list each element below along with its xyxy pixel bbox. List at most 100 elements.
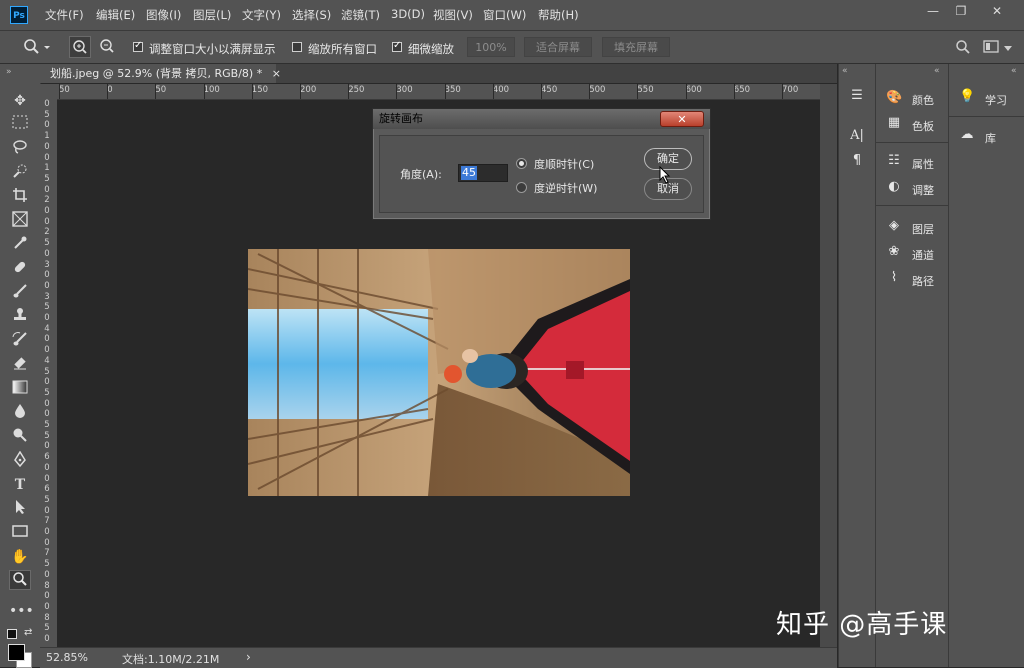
marquee-tool-icon[interactable] — [9, 115, 31, 135]
menu-file[interactable]: 文件(F) — [45, 7, 84, 23]
gradient-tool-icon[interactable] — [9, 379, 31, 399]
dialog-close-button[interactable]: ✕ — [660, 111, 704, 127]
fill-screen-button[interactable]: 填充屏幕 — [602, 37, 670, 57]
more-tools-icon[interactable]: ••• — [9, 601, 34, 621]
swatches-panel-icon[interactable]: ▦ — [886, 115, 902, 131]
swap-colors-icon[interactable]: ⇄ — [24, 627, 32, 638]
clockwise-radio[interactable] — [516, 158, 527, 169]
layers-panel-icon[interactable]: ◈ — [886, 218, 902, 234]
quick-select-tool-icon[interactable] — [9, 163, 31, 183]
zoom-out-icon[interactable] — [97, 36, 119, 58]
menu-filter[interactable]: 滤镜(T) — [341, 7, 380, 23]
character-styles-icon[interactable]: ☰ — [849, 88, 865, 104]
menu-type[interactable]: 文字(Y) — [242, 7, 281, 23]
lasso-tool-icon[interactable] — [9, 139, 31, 159]
resize-windows-checkbox[interactable] — [133, 40, 143, 52]
panel-layers[interactable]: 图层 — [912, 221, 934, 237]
dodge-tool-icon[interactable] — [9, 427, 31, 447]
learn-panel-icon[interactable]: 💡 — [959, 89, 975, 105]
menu-image[interactable]: 图像(I) — [146, 7, 181, 23]
channels-panel-icon[interactable]: ❀ — [886, 244, 902, 260]
ruler-tick-label: 0 — [44, 409, 50, 420]
workspace-icon[interactable] — [983, 39, 1001, 55]
crop-tool-icon[interactable] — [9, 187, 31, 207]
move-tool-icon[interactable]: ✥ — [9, 91, 31, 111]
brush-tool-icon[interactable] — [9, 283, 31, 303]
restore-button[interactable]: ❐ — [949, 3, 973, 19]
status-menu-arrow[interactable]: › — [246, 650, 251, 664]
counterclockwise-label[interactable]: 度逆时针(W) — [534, 180, 597, 196]
menu-help[interactable]: 帮助(H) — [538, 7, 579, 23]
workspace-dropdown-icon[interactable] — [1003, 43, 1013, 53]
close-window-button[interactable]: ✕ — [985, 3, 1009, 19]
healing-brush-tool-icon[interactable] — [9, 259, 31, 279]
search-icon[interactable] — [955, 39, 971, 55]
ruler-tick-label: 0 — [44, 99, 50, 109]
eyedropper-tool-icon[interactable] — [9, 235, 31, 255]
scrubby-zoom-checkbox[interactable] — [392, 40, 402, 52]
collapse-tools-icon[interactable]: » — [6, 67, 12, 77]
document-tab[interactable]: 划船.jpeg @ 52.9% (背景 拷贝, RGB/8) * × — [40, 64, 281, 83]
character-icon[interactable]: A| — [849, 128, 865, 144]
paragraph-icon[interactable]: ¶ — [849, 153, 865, 169]
minimize-button[interactable]: — — [921, 3, 945, 19]
default-colors-icon[interactable] — [7, 629, 17, 639]
zoom-tool-preset-icon[interactable] — [22, 37, 54, 57]
properties-panel-icon[interactable]: ☷ — [886, 153, 902, 169]
panel-adjustments[interactable]: 调整 — [912, 182, 934, 198]
hand-tool-icon[interactable]: ✋ — [9, 547, 31, 567]
panel-color[interactable]: 颜色 — [912, 92, 934, 108]
clone-stamp-tool-icon[interactable] — [9, 307, 31, 327]
ruler-tick-label: 0 — [44, 248, 50, 259]
menu-edit[interactable]: 编辑(E) — [96, 7, 135, 23]
menu-select[interactable]: 选择(S) — [292, 7, 331, 23]
panel-properties[interactable]: 属性 — [912, 156, 934, 172]
ruler-tick-label: 0 — [44, 152, 50, 163]
pen-tool-icon[interactable] — [9, 450, 31, 471]
zoom-level[interactable]: 52.85% — [46, 651, 88, 664]
panel-libraries[interactable]: 库 — [985, 130, 996, 146]
eraser-tool-icon[interactable] — [9, 355, 31, 375]
path-selection-tool-icon[interactable] — [9, 499, 31, 519]
panel-swatches[interactable]: 色板 — [912, 118, 934, 134]
paths-panel-icon[interactable]: ⌇ — [886, 270, 902, 286]
color-panel-icon[interactable]: 🎨 — [886, 90, 902, 106]
history-brush-tool-icon[interactable] — [9, 331, 31, 351]
vertical-scrollbar[interactable] — [820, 84, 837, 647]
status-bar: 52.85% 文档:1.10M/2.21M › — [40, 647, 837, 668]
ruler-tick-label: 100 — [203, 85, 220, 95]
menu-3d[interactable]: 3D(D) — [391, 7, 425, 21]
type-tool-icon[interactable]: T — [9, 475, 31, 495]
document-tab-close[interactable]: × — [272, 67, 281, 80]
menu-view[interactable]: 视图(V) — [433, 7, 473, 23]
fit-screen-button[interactable]: 适合屏幕 — [524, 37, 592, 57]
counterclockwise-radio[interactable] — [516, 182, 527, 193]
horizontal-ruler[interactable]: 50 0 50 100 150 200 250 300 350 400 450 500 550 600 65… — [57, 84, 820, 100]
panel-channels[interactable]: 通道 — [912, 247, 934, 263]
blur-tool-icon[interactable] — [9, 403, 31, 423]
menu-window[interactable]: 窗口(W) — [483, 7, 526, 23]
panel-learn[interactable]: 学习 — [985, 92, 1007, 108]
ruler-tick-label: 700 — [782, 85, 799, 95]
collapse-panel-icon-2[interactable]: « — [934, 66, 940, 76]
ruler-corner[interactable] — [40, 84, 57, 99]
ruler-tick-label: 4 — [44, 323, 50, 334]
menu-layer[interactable]: 图层(L) — [193, 7, 231, 23]
panel-paths[interactable]: 路径 — [912, 273, 934, 289]
zoom-all-checkbox[interactable] — [292, 42, 302, 52]
angle-input[interactable]: 45 — [458, 164, 508, 182]
ruler-tick-label: 5 — [44, 109, 50, 120]
ruler-tick-label: 0 — [44, 591, 50, 602]
adjustments-panel-icon[interactable]: ◐ — [886, 179, 902, 195]
clockwise-label[interactable]: 度顺时针(C) — [534, 156, 594, 172]
collapse-panel-icon[interactable]: « — [842, 66, 848, 76]
frame-tool-icon[interactable] — [9, 211, 31, 231]
libraries-panel-icon[interactable]: ☁ — [959, 127, 975, 143]
zoom-tool-icon[interactable] — [9, 570, 31, 590]
zoom-100-button[interactable]: 100% — [467, 37, 515, 57]
zoom-in-icon[interactable] — [69, 36, 91, 58]
vertical-ruler[interactable]: 0501001502002503003504004505005506006507… — [40, 99, 58, 647]
foreground-color-swatch[interactable] — [8, 644, 25, 661]
collapse-panel-icon-3[interactable]: « — [1011, 66, 1017, 76]
rectangle-tool-icon[interactable] — [9, 523, 31, 543]
